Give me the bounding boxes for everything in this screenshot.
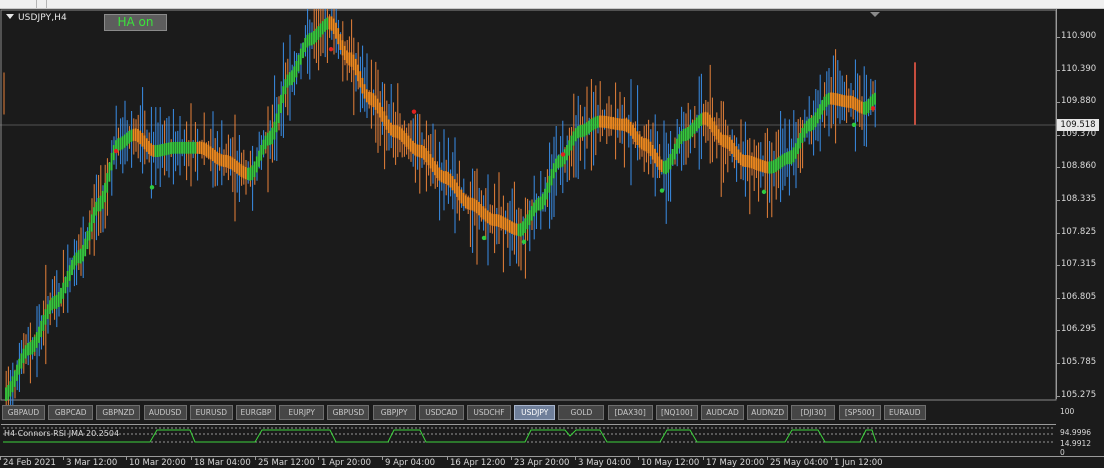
- pair-button-euraud[interactable]: EURAUD: [883, 405, 926, 420]
- indicator-title: H4 Connors RSI JMA 20.2504: [4, 429, 120, 438]
- price-chart-canvas[interactable]: [0, 9, 1104, 467]
- sell-signal-dot: [560, 152, 566, 157]
- symbol-switcher-bar: GBPAUD GBPCAD GBPNZD AUDUSD EURUSD EURGBP EURJ…: [2, 405, 1054, 422]
- buy-signal-dot: [521, 239, 527, 245]
- dropdown-arrow-icon[interactable]: [6, 14, 14, 19]
- pair-button-gold[interactable]: GOLD: [558, 405, 605, 420]
- sell-signal-dot: [870, 106, 876, 111]
- toolbar-separator: [46, 0, 47, 8]
- pair-button-usdjpy[interactable]: USDJPY: [514, 405, 556, 420]
- price-tick-label: 106.295: [1055, 324, 1097, 335]
- pair-button-sp500[interactable]: [SP500]: [838, 405, 881, 420]
- price-axis[interactable]: 110.900 110.390 109.880 109.370 108.860 108.3…: [1055, 9, 1104, 400]
- pair-button-gbpusd[interactable]: GBPUSD: [327, 405, 370, 420]
- indicator-subwindow[interactable]: [1, 424, 1056, 457]
- price-tick-label: 110.900: [1055, 31, 1097, 41]
- pair-button-gbpnzd[interactable]: GBPNZD: [96, 405, 141, 420]
- chart-frame: [0, 9, 1057, 401]
- sell-signal-dot: [411, 109, 417, 114]
- pair-button-audnzd[interactable]: AUDNZD: [747, 405, 789, 420]
- pair-button-eurusd[interactable]: EURUSD: [189, 405, 233, 420]
- scroll-marker-icon: [870, 12, 880, 17]
- pair-button-gbpjpy[interactable]: GBPJPY: [372, 405, 416, 420]
- pair-button-eurgbp[interactable]: EURGBP: [236, 405, 276, 420]
- current-price-label: 109.518: [1057, 119, 1099, 131]
- heikin-ashi-toggle-button[interactable]: HA on: [104, 14, 167, 31]
- buy-signal-dot: [149, 185, 155, 190]
- pair-button-usdchf[interactable]: USDCHF: [467, 405, 511, 420]
- pair-button-audusd[interactable]: AUDUSD: [143, 405, 187, 420]
- indicator-axis-max: 100: [1060, 407, 1075, 416]
- buy-signal-dot: [659, 188, 665, 193]
- sell-signal-dot: [113, 148, 119, 154]
- price-tick-label: 107.315: [1055, 259, 1097, 270]
- indicator-axis-lower-level: 14.9912: [1060, 439, 1092, 448]
- time-axis[interactable]: 24 Feb 2021 3 Mar 12:00 10 Mar 20:00 18 Mar…: [0, 456, 1104, 468]
- indicator-axis-upper-level: 94.9996: [1060, 428, 1092, 437]
- pair-button-audcad[interactable]: AUDCAD: [701, 405, 744, 420]
- pair-button-gbpaud[interactable]: GBPAUD: [2, 405, 45, 420]
- pair-button-dax30[interactable]: [DAX30]: [607, 405, 653, 420]
- pair-button-nq100[interactable]: [NQ100]: [655, 405, 698, 420]
- price-tick-label: 105.275: [1055, 389, 1097, 400]
- price-tick-label: 108.335: [1055, 194, 1097, 204]
- price-tick-label: 106.805: [1055, 291, 1097, 302]
- pair-button-dji30[interactable]: [DJI30]: [791, 405, 836, 420]
- window-top-strip: [0, 0, 1104, 9]
- price-tick-label: 107.825: [1055, 226, 1097, 237]
- chart-window[interactable]: USDJPY,H4 HA on 110.900 110.390 109.880 109…: [0, 9, 1104, 468]
- price-tick-label: 108.860: [1055, 161, 1097, 172]
- buy-signal-dot: [851, 122, 857, 127]
- sell-signal-dot: [328, 46, 334, 52]
- chart-symbol-title[interactable]: USDJPY,H4: [6, 13, 67, 23]
- pair-button-eurjpy[interactable]: EURJPY: [279, 405, 325, 420]
- price-tick-label: 109.880: [1055, 96, 1097, 107]
- price-tick-label: 105.785: [1055, 357, 1097, 367]
- buy-signal-dot: [481, 235, 487, 241]
- buy-signal-dot: [761, 189, 767, 195]
- toolbar-separator: [36, 0, 37, 8]
- pair-button-gbpcad[interactable]: GBPCAD: [48, 405, 94, 420]
- symbol-timeframe-text: USDJPY,H4: [18, 13, 67, 23]
- pair-button-usdcad[interactable]: USDCAD: [418, 405, 464, 420]
- price-tick-label: 110.390: [1055, 63, 1097, 74]
